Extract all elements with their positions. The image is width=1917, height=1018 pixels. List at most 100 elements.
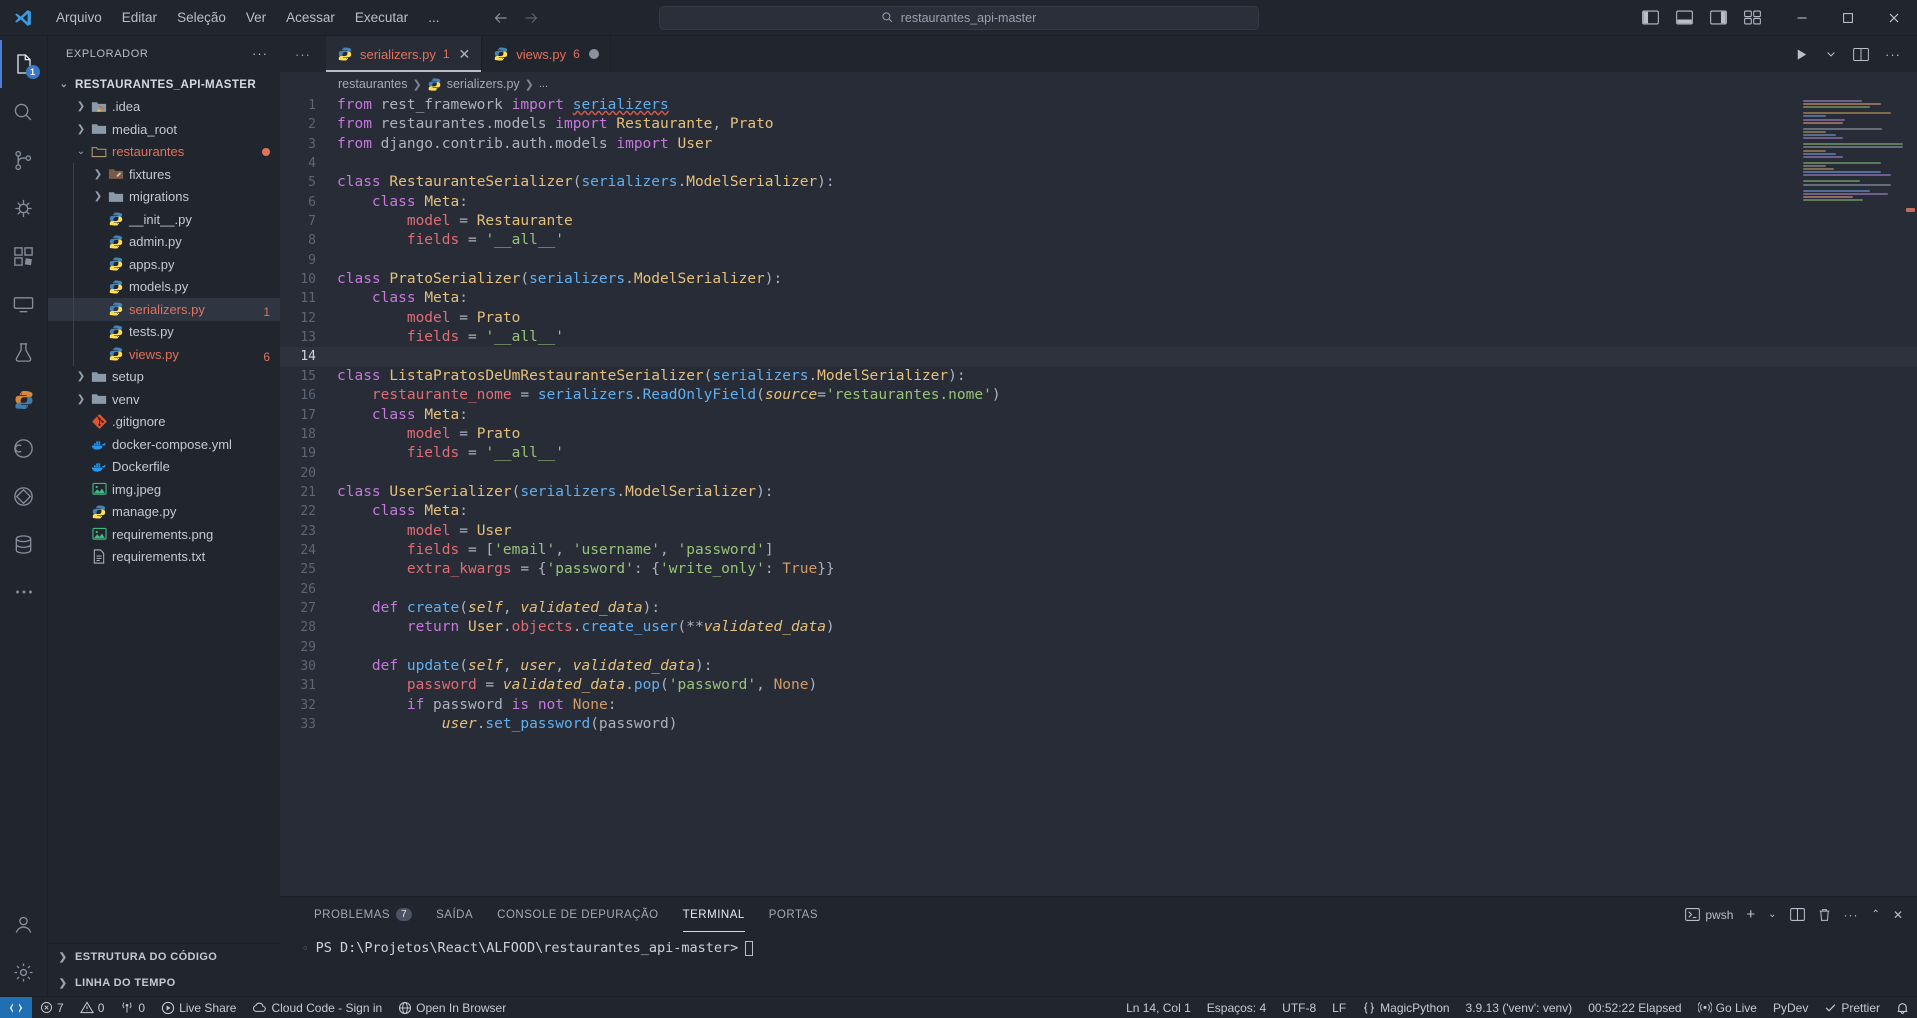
breadcrumb-item-file[interactable]: serializers.py — [447, 77, 520, 91]
code-line[interactable]: 4 — [280, 154, 1917, 173]
panel-tabs[interactable]: PROBLEMAS 7 SAÍDA CONSOLE DE DEPURAÇÃO TERMI… — [280, 897, 1917, 932]
tree-item-fixtures[interactable]: ❯ fixtures — [48, 163, 280, 186]
split-editor-icon[interactable] — [1853, 47, 1869, 62]
code-line[interactable]: 9 — [280, 251, 1917, 270]
tree-item--gitignore[interactable]: .gitignore — [48, 411, 280, 434]
chevron-up-icon[interactable]: ⌃ — [1872, 909, 1880, 920]
chevron-down-icon[interactable] — [1825, 48, 1837, 60]
tabs-overflow-ellipsis-icon[interactable]: ··· — [280, 36, 326, 72]
window-maximize-button[interactable] — [1825, 0, 1871, 36]
breadcrumb-item-symbol[interactable]: ... — [539, 78, 548, 90]
sidebar-section-outline[interactable]: ❯ ESTRUTURA DO CÓDIGO — [48, 944, 280, 970]
file-tree[interactable]: ⌄ RESTAURANTES_API-MASTER ❯ .idea ❯ media_roo… — [48, 71, 280, 943]
status-item-prettier[interactable]: Prettier — [1816, 997, 1888, 1018]
tab-serializers-py[interactable]: serializers.py 1 ✕ — [326, 36, 483, 72]
code-line[interactable]: 22 class Meta: — [280, 502, 1917, 521]
tree-item-dockerfile[interactable]: Dockerfile — [48, 456, 280, 479]
code-line[interactable]: 12 model = Prato — [280, 309, 1917, 328]
status-item-eol[interactable]: LF — [1324, 997, 1354, 1018]
tree-item-views-py[interactable]: views.py 6 — [48, 343, 280, 366]
status-item-ports-forwarded[interactable]: 0 — [112, 997, 153, 1018]
menu-item-acessar[interactable]: Acessar — [276, 6, 345, 29]
code-line[interactable]: 19 fields = '__all__' — [280, 444, 1917, 463]
activity-settings-gear-icon[interactable] — [0, 948, 48, 996]
status-item-errors[interactable]: 7 — [32, 997, 72, 1018]
code-editor[interactable]: 1 from rest_framework import serializers 2… — [280, 96, 1917, 896]
menu-item-more[interactable]: ... — [418, 6, 449, 29]
arrow-left-icon[interactable] — [493, 10, 509, 26]
tree-item-manage-py[interactable]: manage.py — [48, 501, 280, 524]
status-item-cloud-code[interactable]: Cloud Code - Sign in — [244, 997, 390, 1018]
more-actions-ellipsis-icon[interactable]: ··· — [1844, 908, 1859, 922]
more-actions-ellipsis-icon[interactable]: ··· — [1885, 47, 1901, 62]
status-item-pydev[interactable]: PyDev — [1765, 997, 1816, 1018]
toggle-secondary-sidebar-icon[interactable] — [1710, 10, 1727, 25]
code-line[interactable]: 25 extra_kwargs = {'password': {'write_o… — [280, 560, 1917, 579]
close-icon[interactable]: ✕ — [1893, 908, 1903, 922]
run-python-file-icon[interactable] — [1794, 47, 1809, 62]
command-center-search[interactable]: restaurantes_api-master — [658, 5, 1259, 30]
activity-remote-explorer[interactable] — [0, 280, 48, 328]
activity-explorer[interactable]: 1 — [0, 40, 48, 88]
menu-item-executar[interactable]: Executar — [345, 6, 418, 29]
window-close-button[interactable] — [1871, 0, 1917, 36]
status-item-live-share[interactable]: Live Share — [153, 997, 244, 1018]
code-line[interactable]: 29 — [280, 638, 1917, 657]
menu-item-editar[interactable]: Editar — [112, 6, 167, 29]
explorer-more-ellipsis-icon[interactable]: ··· — [246, 46, 274, 61]
breadcrumb-item-folder[interactable]: restaurantes — [338, 77, 407, 91]
status-item-cursor-position[interactable]: Ln 14, Col 1 — [1118, 997, 1199, 1018]
tree-item-migrations[interactable]: ❯ migrations — [48, 185, 280, 208]
code-line[interactable]: 7 model = Restaurante — [280, 212, 1917, 231]
tree-item-img-jpeg[interactable]: img.jpeg — [48, 478, 280, 501]
code-line[interactable]: 11 class Meta: — [280, 289, 1917, 308]
code-line[interactable]: 32 if password is not None: — [280, 696, 1917, 715]
tree-item-admin-py[interactable]: admin.py — [48, 230, 280, 253]
code-line[interactable]: 6 class Meta: — [280, 193, 1917, 212]
tree-item-apps-py[interactable]: apps.py — [48, 253, 280, 276]
tree-item-restaurantes[interactable]: ⌄ restaurantes — [48, 141, 280, 164]
code-line[interactable]: 26 — [280, 580, 1917, 599]
close-icon[interactable]: ✕ — [459, 46, 471, 63]
chevron-down-icon[interactable]: ⌄ — [1768, 909, 1776, 920]
code-line[interactable]: 31 password = validated_data.pop('passwo… — [280, 676, 1917, 695]
tab-views-py[interactable]: views.py 6 — [482, 36, 611, 72]
tree-item-docker-compose-yml[interactable]: docker-compose.yml — [48, 433, 280, 456]
tree-item-tests-py[interactable]: tests.py — [48, 320, 280, 343]
code-line[interactable]: 2 from restaurantes.models import Restaur… — [280, 115, 1917, 134]
activity-testing[interactable] — [0, 328, 48, 376]
activity-run-and-debug[interactable] — [0, 184, 48, 232]
status-item-notifications[interactable] — [1888, 997, 1917, 1018]
code-line[interactable]: 8 fields = '__all__' — [280, 231, 1917, 250]
activity-search[interactable] — [0, 88, 48, 136]
activity-database[interactable] — [0, 520, 48, 568]
activity-source-control[interactable] — [0, 136, 48, 184]
code-line[interactable]: 20 — [280, 464, 1917, 483]
remote-window-indicator[interactable] — [0, 996, 32, 1018]
code-line[interactable]: 30 def update(self, user, validated_data… — [280, 657, 1917, 676]
code-line[interactable]: 5 class RestauranteSerializer(serializers… — [280, 173, 1917, 192]
activity-gitlens[interactable] — [0, 472, 48, 520]
tree-item-requirements-png[interactable]: requirements.png — [48, 523, 280, 546]
terminal-view[interactable]: ◦ PS D:\Projetos\React\ALFOOD\restaurant… — [280, 932, 1917, 996]
dirty-dot-icon[interactable] — [588, 49, 599, 59]
code-line[interactable]: 28 return User.objects.create_user(**val… — [280, 618, 1917, 637]
arrow-right-icon[interactable] — [523, 10, 539, 26]
activity-cloud-code[interactable] — [0, 424, 48, 472]
menu-bar[interactable]: Arquivo Editar Seleção Ver Acessar Execu… — [46, 6, 449, 29]
panel-tab-terminal[interactable]: TERMINAL — [671, 897, 757, 932]
panel-tab-sa-da[interactable]: SAÍDA — [424, 897, 485, 932]
activity-python-env[interactable] — [0, 376, 48, 424]
code-line[interactable]: 23 model = User — [280, 522, 1917, 541]
menu-item-selecao[interactable]: Seleção — [167, 6, 236, 29]
status-item-open-in-browser[interactable]: Open In Browser — [390, 997, 514, 1018]
terminal-shell-selector[interactable]: pwsh — [1685, 908, 1733, 922]
split-terminal-icon[interactable] — [1789, 908, 1805, 921]
tree-item-requirements-txt[interactable]: requirements.txt — [48, 546, 280, 569]
activity-extensions[interactable] — [0, 232, 48, 280]
status-item-go-live[interactable]: Go Live — [1690, 997, 1765, 1018]
code-line[interactable]: 1 from rest_framework import serializers — [280, 96, 1917, 115]
sidebar-section-timeline[interactable]: ❯ LINHA DO TEMPO — [48, 970, 280, 996]
status-item-warnings[interactable]: 0 — [72, 997, 113, 1018]
tree-item--init-py[interactable]: __init__.py — [48, 208, 280, 231]
